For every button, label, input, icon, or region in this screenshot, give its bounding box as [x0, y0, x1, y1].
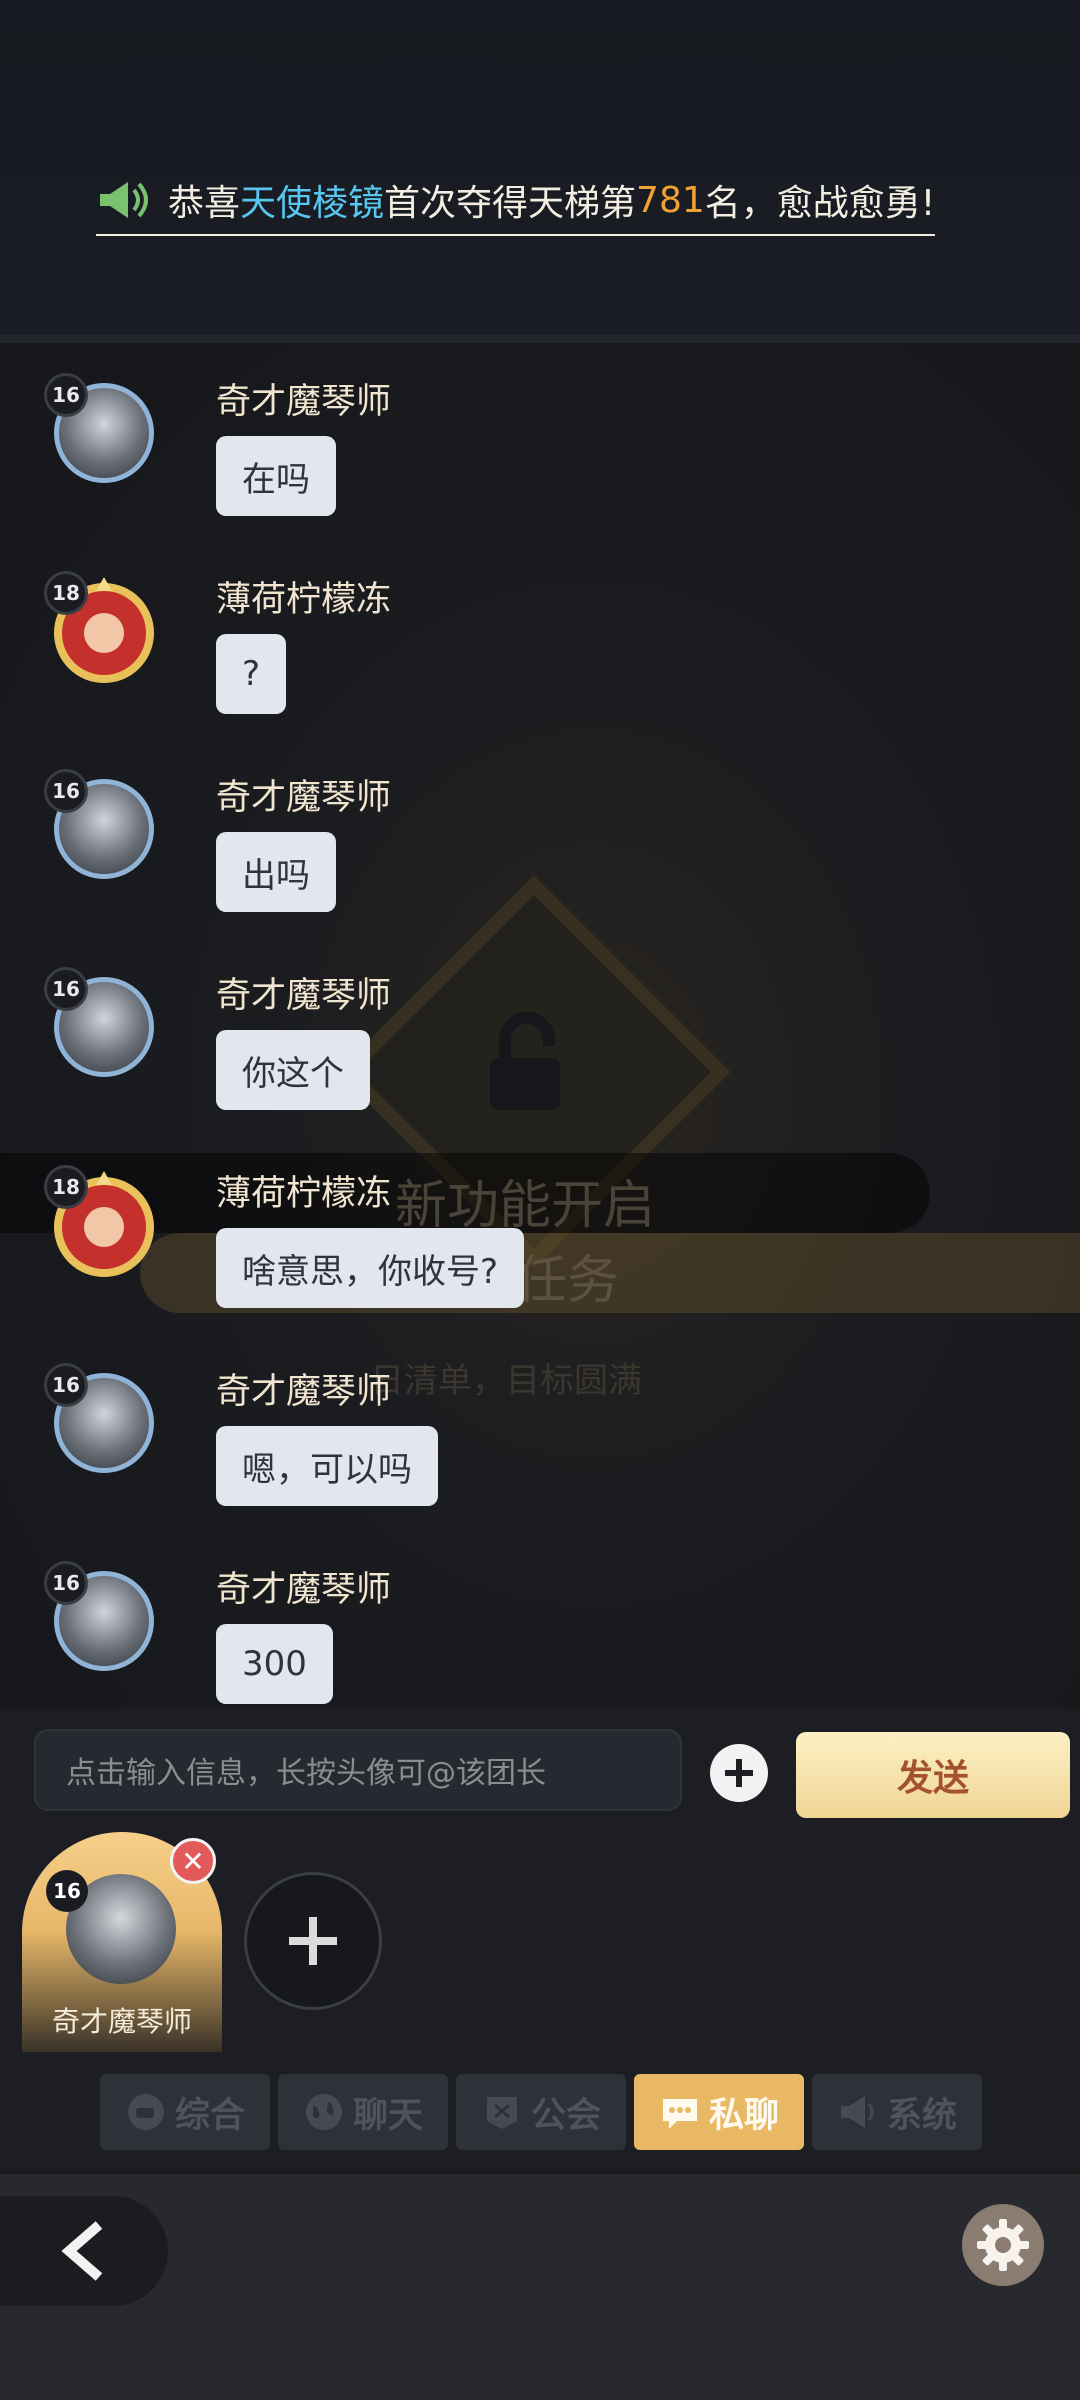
chat-message: 16 奇才魔琴师 出吗 — [0, 739, 1080, 937]
chat-message: 16 奇才魔琴师 在吗 — [0, 343, 1080, 541]
settings-button[interactable] — [962, 2204, 1044, 2286]
close-contact-button[interactable]: ✕ — [170, 1838, 216, 1884]
sender-name: 奇才魔琴师 — [216, 1570, 392, 1610]
tab-label: 公会 — [530, 2095, 601, 2136]
add-contact-button[interactable] — [244, 1872, 382, 2010]
sender-name: 奇才魔琴师 — [216, 778, 392, 818]
tab-general[interactable]: 综合 — [100, 2074, 270, 2150]
avatar[interactable]: 16 — [44, 1363, 164, 1483]
tab-system[interactable]: 系统 — [812, 2074, 982, 2150]
level-badge: 18 — [44, 571, 88, 615]
avatar[interactable]: 18 — [44, 1165, 164, 1285]
chat-message: 16 奇才魔琴师 300 — [0, 1531, 1080, 1708]
message-bubble[interactable]: 300 — [216, 1624, 333, 1704]
send-button[interactable]: 发送 — [796, 1732, 1070, 1818]
tab-guild[interactable]: 公会 — [456, 2074, 626, 2150]
announcement-suffix: 名，愈战愈勇! — [704, 183, 936, 224]
chat-area[interactable]: 新功能开启 任务 日清单，目标圆满 16 奇才魔琴师 在吗 18 薄荷柠檬冻 ? — [0, 343, 1080, 1708]
chat-message: 16 奇才魔琴师 嗯，可以吗 — [0, 1333, 1080, 1531]
avatar[interactable]: 16 — [44, 967, 164, 1087]
private-chat-contacts: 16 奇才魔琴师 ✕ — [0, 1820, 1080, 2052]
avatar[interactable]: 16 — [44, 373, 164, 493]
guild-banner-icon — [486, 2097, 517, 2129]
message-bubble[interactable]: 嗯，可以吗 — [216, 1426, 438, 1506]
message-input[interactable]: 点击输入信息，长按头像可@该团长 — [34, 1729, 682, 1811]
tab-label: 聊天 — [352, 2095, 423, 2136]
sender-name: 奇才魔琴师 — [216, 976, 392, 1016]
level-badge: 16 — [44, 373, 88, 417]
avatar[interactable]: 16 — [44, 769, 164, 889]
input-bar: 点击输入信息，长按头像可@该团长 发送 — [0, 1708, 1080, 1820]
back-button[interactable] — [0, 2196, 168, 2306]
plus-icon — [725, 1759, 753, 1787]
footer-bar — [0, 2170, 1080, 2400]
plus-icon — [289, 1917, 337, 1965]
megaphone-icon — [840, 2096, 874, 2128]
level-badge: 16 — [44, 1363, 88, 1407]
megaphone-icon — [100, 182, 148, 218]
level-badge: 16 — [46, 1870, 88, 1912]
message-bubble[interactable]: 你这个 — [216, 1030, 370, 1110]
sender-name: 奇才魔琴师 — [216, 1372, 392, 1412]
contact-name: 奇才魔琴师 — [51, 2005, 192, 2038]
back-arrow-icon — [61, 2221, 103, 2281]
avatar[interactable]: 18 — [44, 571, 164, 691]
tab-label: 综合 — [174, 2095, 245, 2136]
add-attachment-button[interactable] — [710, 1744, 768, 1802]
close-icon: ✕ — [181, 1844, 205, 1878]
tab-label: 私聊 — [708, 2095, 779, 2136]
announcement[interactable]: 恭喜 天使棱镜 首次夺得天梯第 781 名，愈战愈勇! — [96, 170, 936, 236]
level-badge: 16 — [44, 1561, 88, 1605]
tab-private[interactable]: 私聊 — [634, 2074, 804, 2150]
chat-message: 18 薄荷柠檬冻 啥意思，你收号? — [0, 1135, 1080, 1333]
level-badge: 16 — [44, 769, 88, 813]
announcement-prefix: 恭喜 — [168, 183, 241, 224]
tab-chat[interactable]: 聊天 — [278, 2074, 448, 2150]
sender-name: 奇才魔琴师 — [216, 382, 392, 422]
message-bubble[interactable]: 在吗 — [216, 436, 336, 516]
divider — [0, 335, 1080, 343]
chat-bubble-icon — [662, 2099, 697, 2129]
level-badge: 16 — [44, 967, 88, 1011]
chat-message: 16 奇才魔琴师 你这个 — [0, 937, 1080, 1135]
announcement-player[interactable]: 天使棱镜 — [240, 174, 384, 226]
teacup-icon — [127, 2094, 164, 2130]
level-badge: 18 — [44, 1165, 88, 1209]
sender-name: 薄荷柠檬冻 — [216, 580, 392, 620]
tab-label: 系统 — [886, 2095, 957, 2136]
chat-message: 18 薄荷柠檬冻 ? — [0, 541, 1080, 739]
globe-icon — [305, 2094, 342, 2130]
message-bubble[interactable]: 啥意思，你收号? — [216, 1228, 525, 1308]
message-bubble[interactable]: 出吗 — [216, 832, 336, 912]
gear-icon — [977, 2219, 1029, 2271]
sender-name: 薄荷柠檬冻 — [216, 1174, 392, 1214]
channel-tabs: 综合 聊天 公会 私聊 系统 — [0, 2052, 1080, 2170]
avatar[interactable]: 16 — [44, 1561, 164, 1681]
announcement-rank: 781 — [636, 179, 705, 221]
announcement-area: 恭喜 天使棱镜 首次夺得天梯第 781 名，愈战愈勇! — [0, 0, 1080, 335]
announcement-middle: 首次夺得天梯第 — [384, 183, 637, 224]
message-bubble[interactable]: ? — [216, 634, 287, 714]
